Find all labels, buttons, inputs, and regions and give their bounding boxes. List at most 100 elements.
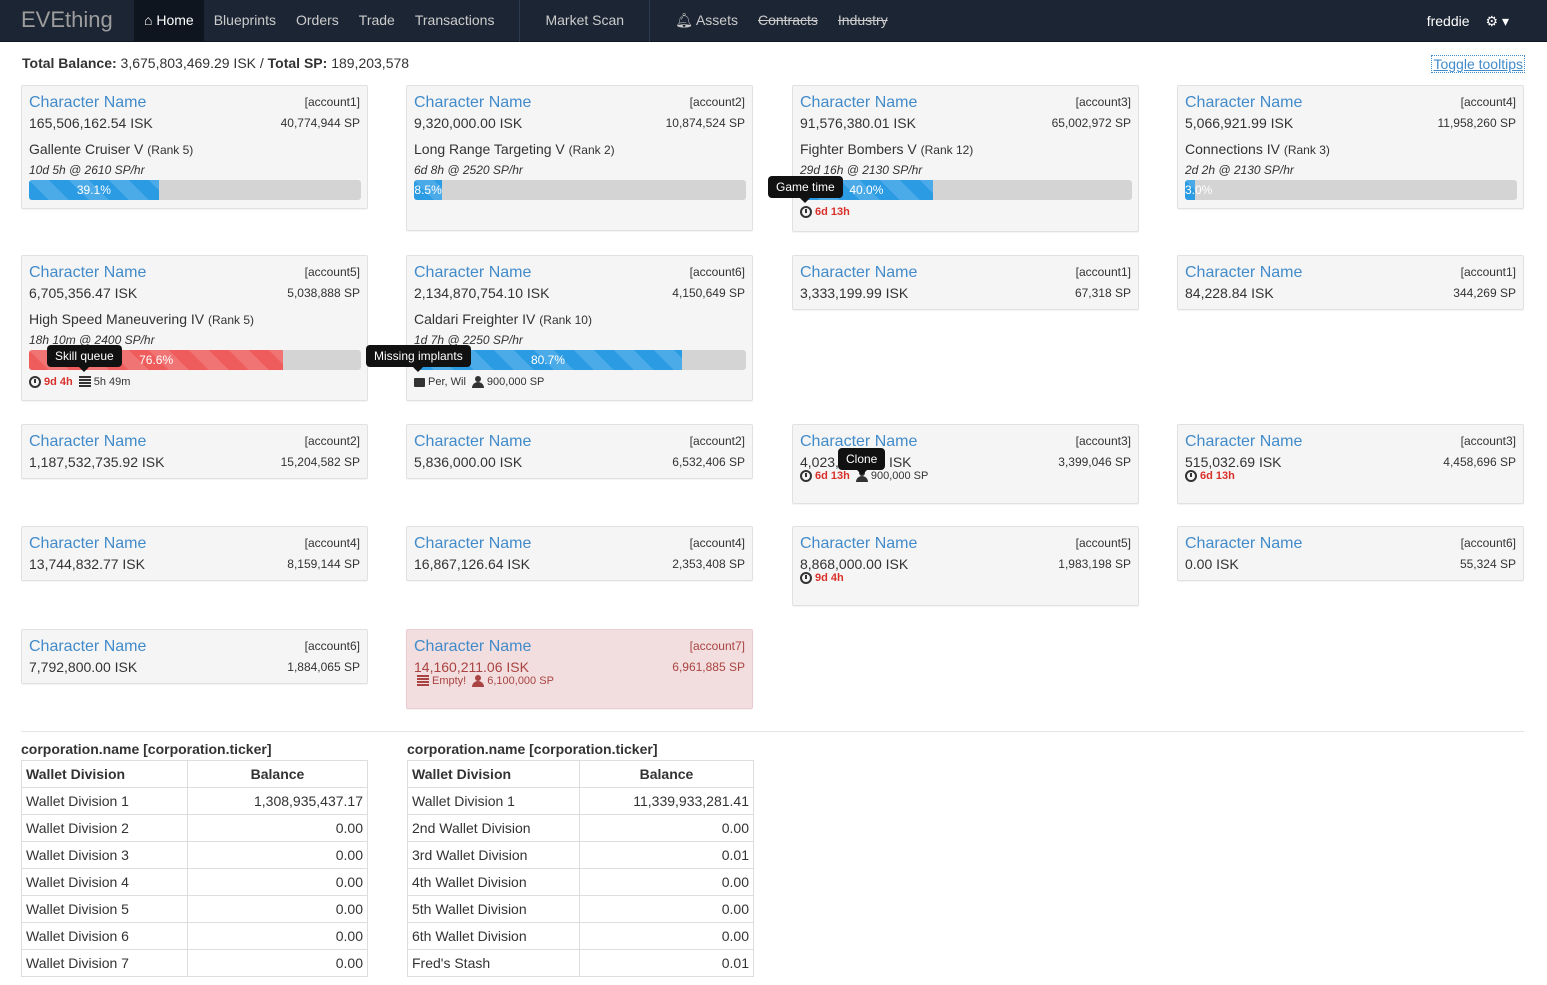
nav-assets[interactable]: 🔔︎ Assets — [665, 0, 748, 42]
table-row: Wallet Division 6 0.00 — [21, 922, 368, 950]
character-name-link[interactable]: Character Name — [800, 535, 917, 553]
division-balance: 0.00 — [579, 895, 754, 923]
division-balance: 0.00 — [187, 949, 368, 977]
division-balance: 0.00 — [579, 814, 754, 842]
corp-wallet-table: Wallet Division Balance Wallet Division 1… — [407, 760, 754, 977]
corp-wallet-panel: corporation.name [corporation.ticker] Wa… — [21, 741, 368, 977]
clock-icon — [1185, 470, 1197, 482]
table-row: Wallet Division 2 0.00 — [21, 814, 368, 842]
total-balance: 3,675,803,469.29 ISK — [120, 55, 256, 71]
character-sp: 6,961,885 SP — [672, 660, 745, 674]
character-name-link[interactable]: Character Name — [414, 535, 531, 553]
corp-title: corporation.name [corporation.ticker] — [21, 741, 272, 757]
character-sp: 4,458,696 SP — [1443, 455, 1516, 469]
account-label: [account2] — [689, 95, 745, 109]
character-card: Character Name [account1] 3,333,199.99 ISK… — [792, 255, 1139, 310]
nav-orders[interactable]: Orders — [286, 0, 349, 42]
character-name-link[interactable]: Character Name — [29, 264, 146, 282]
user-menu[interactable]: freddie ⚙ ▾ — [1419, 0, 1517, 42]
skill-rank: (Rank 5) — [147, 143, 194, 157]
character-name-link[interactable]: Character Name — [800, 94, 917, 112]
nav-blueprints[interactable]: Blueprints — [204, 0, 286, 42]
account-label: [account1] — [1460, 265, 1516, 279]
table-row: Wallet Division 4 0.00 — [21, 868, 368, 896]
character-name-link[interactable]: Character Name — [29, 433, 146, 451]
toggle-tooltips-link[interactable]: Toggle tooltips — [1431, 55, 1525, 73]
division-balance: 0.00 — [187, 814, 368, 842]
username[interactable]: freddie — [1419, 13, 1478, 29]
nav-market-scan[interactable]: Market Scan — [535, 0, 634, 42]
gear-icon[interactable]: ⚙ ▾ — [1478, 13, 1517, 30]
character-name-link[interactable]: Character Name — [1185, 264, 1302, 282]
character-name-link[interactable]: Character Name — [29, 94, 146, 112]
character-name-link[interactable]: Character Name — [1185, 433, 1302, 451]
division-name: Wallet Division 5 — [21, 895, 188, 923]
missing-implants-text: Per, Wil — [428, 376, 466, 388]
brand-logo[interactable]: EVEthing — [21, 7, 113, 33]
game-time-text: 9d 4h — [44, 376, 73, 388]
character-name-link[interactable]: Character Name — [414, 264, 531, 282]
nav-home[interactable]: ⌂ Home — [134, 0, 204, 42]
table-row: Wallet Division 1 1,308,935,437.17 — [21, 787, 368, 815]
skill-name: Connections IV — [1185, 141, 1280, 157]
nav-divider — [649, 0, 651, 42]
character-status-row: Empty! 6,100,000 SP — [414, 675, 554, 687]
character-isk: 84,228.84 ISK — [1185, 285, 1274, 301]
table-header-row: Wallet Division Balance — [21, 760, 368, 788]
character-card: Character Name [account2] 9,320,000.00 ISK… — [406, 85, 753, 231]
skill-name: High Speed Maneuvering IV — [29, 311, 205, 327]
sp-label: Total SP: — [267, 55, 328, 71]
account-label: [account6] — [689, 265, 745, 279]
character-sp: 55,324 SP — [1459, 557, 1516, 571]
clock-icon — [800, 470, 812, 482]
nav-contracts[interactable]: Contracts — [748, 0, 828, 42]
account-label: [account5] — [304, 265, 360, 279]
character-name-link[interactable]: Character Name — [29, 535, 146, 553]
character-sp: 11,958,260 SP — [1437, 116, 1516, 130]
character-sp: 2,353,408 SP — [672, 557, 745, 571]
skill-progress-bar: 3.0% — [1185, 180, 1517, 200]
nav-trade[interactable]: Trade — [349, 0, 405, 42]
division-balance: 0.00 — [187, 922, 368, 950]
table-row: 3rd Wallet Division 0.01 — [407, 841, 754, 869]
character-name-link[interactable]: Character Name — [29, 638, 146, 656]
character-isk: 16,867,126.64 ISK — [414, 556, 530, 572]
balance-label: Total Balance: — [22, 55, 117, 71]
character-isk: 7,792,800.00 ISK — [29, 659, 138, 675]
division-name: Wallet Division 2 — [21, 814, 188, 842]
character-name-link[interactable]: Character Name — [414, 638, 531, 656]
character-name-link[interactable]: Character Name — [414, 94, 531, 112]
character-name-link[interactable]: Character Name — [800, 264, 917, 282]
skill-rank: (Rank 5) — [208, 313, 255, 327]
character-card: Character Name [account3] 91,576,380.01 IS… — [792, 85, 1139, 232]
account-label: [account3] — [1075, 95, 1131, 109]
nav-industry[interactable]: Industry — [828, 0, 898, 42]
character-name-link[interactable]: Character Name — [1185, 94, 1302, 112]
skill-queue-text: 5h 49m — [93, 376, 131, 388]
account-label: [account3] — [1075, 434, 1131, 448]
character-card: Character Name [account6] 0.00 ISK 55,324 S… — [1177, 526, 1524, 581]
character-isk: 13,744,832.77 ISK — [29, 556, 145, 572]
account-label: [account6] — [1460, 536, 1516, 550]
character-sp: 344,269 SP — [1453, 286, 1516, 300]
character-name-link[interactable]: Character Name — [1185, 535, 1302, 553]
list-icon — [78, 376, 91, 388]
character-isk: 515,032.69 ISK — [1185, 454, 1282, 470]
game-time-text: 6d 13h — [815, 470, 850, 482]
clock-icon — [800, 572, 812, 584]
nav-transactions[interactable]: Transactions — [405, 0, 505, 42]
table-row: 2nd Wallet Division 0.00 — [407, 814, 754, 842]
division-balance: 1,308,935,437.17 — [187, 787, 368, 815]
skill-progress-bar: 40.0% — [800, 180, 1132, 200]
user-icon — [471, 376, 484, 388]
account-label: [account3] — [1460, 434, 1516, 448]
account-label: [account5] — [1075, 536, 1131, 550]
skill-rank: (Rank 10) — [539, 313, 592, 327]
character-status-row: 9d 4h 5h 49m — [29, 376, 130, 388]
character-name-link[interactable]: Character Name — [414, 433, 531, 451]
skill-progress-fill: 39.1% — [29, 180, 159, 200]
character-sp: 1,884,065 SP — [287, 660, 360, 674]
division-name: Wallet Division 1 — [21, 787, 188, 815]
game-time-text: 6d 13h — [1200, 470, 1235, 482]
table-header-row: Wallet Division Balance — [407, 760, 754, 788]
